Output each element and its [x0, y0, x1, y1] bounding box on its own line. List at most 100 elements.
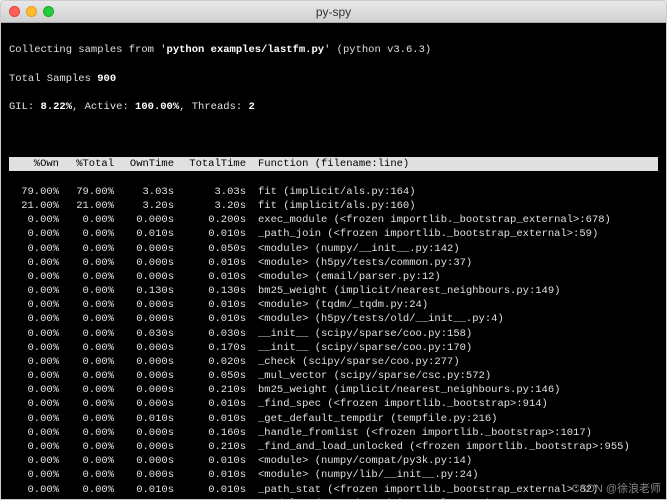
cell-own_time: 0.000s: [114, 369, 174, 383]
cell-own_time: 0.130s: [114, 284, 174, 298]
cell-total_pct: 0.00%: [59, 468, 114, 482]
cell-func: _mul_vector (scipy/sparse/csc.py:572): [246, 369, 658, 383]
cell-func: bm25_weight (implicit/nearest_neighbours…: [246, 383, 658, 397]
cell-total_pct: 0.00%: [59, 213, 114, 227]
cell-total_pct: 0.00%: [59, 497, 114, 499]
cell-total_pct: 0.00%: [59, 341, 114, 355]
cell-total_pct: 0.00%: [59, 312, 114, 326]
col-own-pct: %Own: [9, 157, 59, 171]
cell-total_pct: 0.00%: [59, 454, 114, 468]
cell-own_time: 0.010s: [114, 412, 174, 426]
cell-own_pct: 0.00%: [9, 426, 59, 440]
cell-total_time: 0.210s: [174, 383, 246, 397]
cell-own_time: 0.000s: [114, 341, 174, 355]
cell-own_time: 0.000s: [114, 298, 174, 312]
cell-own_pct: 0.00%: [9, 397, 59, 411]
cell-total_pct: 0.00%: [59, 298, 114, 312]
cell-total_pct: 0.00%: [59, 412, 114, 426]
titlebar[interactable]: py-spy: [1, 1, 666, 23]
table-row: 0.00%0.00%0.130s0.130sbm25_weight (impli…: [9, 284, 658, 298]
cell-total_pct: 0.00%: [59, 383, 114, 397]
cell-own_pct: 0.00%: [9, 327, 59, 341]
cell-own_pct: 0.00%: [9, 242, 59, 256]
cell-func: _path_join (<frozen importlib._bootstrap…: [246, 227, 658, 241]
cell-total_time: 0.010s: [174, 412, 246, 426]
cell-func: <module> (tqdm/_tqdm.py:24): [246, 298, 658, 312]
cell-func: <module> (numpy/core/_internal.py:12): [246, 497, 658, 499]
cell-own_pct: 0.00%: [9, 454, 59, 468]
cell-total_time: 0.030s: [174, 327, 246, 341]
table-row: 0.00%0.00%0.000s0.010s_find_spec (<froze…: [9, 397, 658, 411]
cell-own_pct: 0.00%: [9, 270, 59, 284]
total-samples-line: Total Samples 900: [9, 72, 658, 86]
cell-own_time: 0.000s: [114, 440, 174, 454]
cell-own_pct: 0.00%: [9, 312, 59, 326]
cell-own_time: 0.000s: [114, 426, 174, 440]
cell-own_time: 0.010s: [114, 483, 174, 497]
table-row: 0.00%0.00%0.000s0.010s<module> (h5py/tes…: [9, 312, 658, 326]
cell-own_pct: 0.00%: [9, 440, 59, 454]
blank-line: [9, 128, 658, 142]
cell-total_pct: 0.00%: [59, 369, 114, 383]
cell-own_time: 3.20s: [114, 199, 174, 213]
cell-total_time: 0.010s: [174, 454, 246, 468]
table-row: 0.00%0.00%0.000s0.010s<module> (numpy/co…: [9, 454, 658, 468]
gil-line: GIL: 8.22%, Active: 100.00%, Threads: 2: [9, 100, 658, 114]
cell-own_time: 0.000s: [114, 213, 174, 227]
cell-total_time: 0.210s: [174, 440, 246, 454]
cell-own_pct: 0.00%: [9, 355, 59, 369]
table-header: %Own%TotalOwnTimeTotalTimeFunction (file…: [9, 157, 658, 171]
cell-total_pct: 0.00%: [59, 355, 114, 369]
table-row: 0.00%0.00%0.000s0.010s<module> (numpy/li…: [9, 468, 658, 482]
cell-total_pct: 21.00%: [59, 199, 114, 213]
table-row: 0.00%0.00%0.010s0.010s_path_stat (<froze…: [9, 483, 658, 497]
cell-own_pct: 0.00%: [9, 383, 59, 397]
cell-func: __init__ (scipy/sparse/coo.py:170): [246, 341, 658, 355]
cell-func: <module> (numpy/compat/py3k.py:14): [246, 454, 658, 468]
table-row: 0.00%0.00%0.000s0.010s<module> (email/pa…: [9, 270, 658, 284]
cell-total_time: 0.010s: [174, 397, 246, 411]
table-row: 0.00%0.00%0.000s0.010s<module> (numpy/co…: [9, 497, 658, 499]
cell-total_time: 0.160s: [174, 426, 246, 440]
cell-func: fit (implicit/als.py:164): [246, 185, 658, 199]
cell-own_time: 0.000s: [114, 383, 174, 397]
cell-func: _check (scipy/sparse/coo.py:277): [246, 355, 658, 369]
cell-own_time: 0.000s: [114, 355, 174, 369]
cell-total_pct: 0.00%: [59, 327, 114, 341]
cell-total_time: 0.010s: [174, 483, 246, 497]
cell-total_time: 0.050s: [174, 369, 246, 383]
terminal-body[interactable]: Collecting samples from 'python examples…: [1, 23, 666, 499]
cell-own_pct: 0.00%: [9, 468, 59, 482]
cell-total_pct: 0.00%: [59, 284, 114, 298]
cell-own_pct: 21.00%: [9, 199, 59, 213]
window-title: py-spy: [1, 5, 666, 19]
terminal-window: py-spy Collecting samples from 'python e…: [0, 0, 667, 500]
cell-own_time: 0.010s: [114, 227, 174, 241]
table-row: 0.00%0.00%0.000s0.020s_check (scipy/spar…: [9, 355, 658, 369]
cell-own_pct: 0.00%: [9, 341, 59, 355]
cell-own_time: 0.000s: [114, 242, 174, 256]
table-row: 21.00%21.00%3.20s3.20sfit (implicit/als.…: [9, 199, 658, 213]
table-row: 0.00%0.00%0.000s0.010s<module> (h5py/tes…: [9, 256, 658, 270]
cell-total_time: 3.20s: [174, 199, 246, 213]
table-row: 0.00%0.00%0.010s0.010s_path_join (<froze…: [9, 227, 658, 241]
cell-own_pct: 0.00%: [9, 412, 59, 426]
table-row: 0.00%0.00%0.000s0.010s<module> (tqdm/_tq…: [9, 298, 658, 312]
cell-own_time: 0.000s: [114, 397, 174, 411]
cell-total_time: 0.020s: [174, 355, 246, 369]
cell-own_time: 0.000s: [114, 256, 174, 270]
cell-func: __init__ (scipy/sparse/coo.py:158): [246, 327, 658, 341]
cell-own_pct: 0.00%: [9, 369, 59, 383]
table-body: 79.00%79.00%3.03s3.03sfit (implicit/als.…: [9, 185, 658, 499]
table-row: 0.00%0.00%0.000s0.200sexec_module (<froz…: [9, 213, 658, 227]
cell-total_time: 3.03s: [174, 185, 246, 199]
col-total-time: TotalTime: [174, 157, 246, 171]
table-row: 0.00%0.00%0.000s0.050s<module> (numpy/__…: [9, 242, 658, 256]
cell-total_pct: 0.00%: [59, 440, 114, 454]
script-path: python examples/lastfm.py: [167, 44, 325, 56]
cell-own_time: 0.000s: [114, 454, 174, 468]
cell-total_time: 0.170s: [174, 341, 246, 355]
col-own-time: OwnTime: [114, 157, 174, 171]
cell-total_pct: 0.00%: [59, 270, 114, 284]
cell-own_pct: 0.00%: [9, 227, 59, 241]
